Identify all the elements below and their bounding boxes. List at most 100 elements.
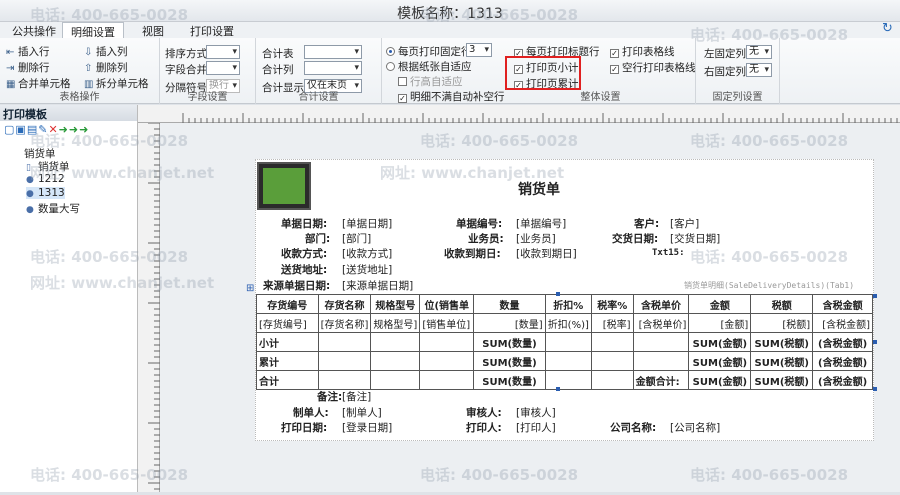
- table-cell[interactable]: [419, 351, 475, 371]
- table-cell[interactable]: [存货编号]: [256, 313, 319, 333]
- auditor-label[interactable]: 审核人:: [466, 405, 502, 420]
- customer-field[interactable]: [客户]: [670, 216, 699, 231]
- customer-label[interactable]: 客户:: [634, 216, 659, 231]
- merge-field-combo[interactable]: [206, 61, 240, 75]
- sum-taxed-cell[interactable]: (含税金额): [812, 332, 873, 352]
- total-table-combo[interactable]: [304, 45, 362, 59]
- move-down-icon[interactable]: ➜: [79, 123, 89, 136]
- delete-row-button[interactable]: ⇥ 删除行: [6, 60, 50, 75]
- table-cell[interactable]: [419, 370, 475, 390]
- salesman-label[interactable]: 业务员:: [468, 231, 504, 246]
- delete-col-button[interactable]: ⇧ 删除列: [84, 60, 128, 75]
- header-cell[interactable]: 含税单价: [632, 294, 690, 314]
- print-date-label[interactable]: 打印日期:: [281, 420, 327, 435]
- table-cell[interactable]: [存货名称]: [317, 313, 372, 333]
- header-cell[interactable]: 规格型号: [370, 294, 421, 314]
- delivery-date-field[interactable]: [交货日期]: [670, 231, 720, 246]
- auditor-field[interactable]: [审核人]: [516, 405, 556, 420]
- printer-field[interactable]: [打印人]: [516, 420, 556, 435]
- selection-handle[interactable]: [556, 292, 560, 296]
- ship-addr-label[interactable]: 送货地址:: [281, 262, 327, 277]
- save-as-icon[interactable]: ▤: [27, 123, 38, 136]
- insert-row-button[interactable]: ⇤ 插入行: [6, 44, 50, 59]
- delivery-date-label[interactable]: 交货日期:: [612, 231, 658, 246]
- table-cell[interactable]: [544, 332, 592, 352]
- fixed-rows-radio[interactable]: 每页打印固定行: [386, 44, 472, 59]
- header-cell[interactable]: 位(销售单: [419, 294, 475, 314]
- remark-label[interactable]: 备注:: [317, 389, 342, 404]
- doc-no-field[interactable]: [单据编号]: [516, 216, 566, 231]
- table-cell[interactable]: [590, 332, 634, 352]
- pay-due-field[interactable]: [收款到期日]: [516, 246, 577, 261]
- selection-handle[interactable]: [873, 294, 877, 298]
- table-cell[interactable]: [590, 351, 634, 371]
- new-icon[interactable]: ▢: [4, 123, 15, 136]
- header-cell[interactable]: 含税金额: [812, 294, 873, 314]
- move-up-icon[interactable]: ➜: [59, 123, 69, 136]
- header-cell[interactable]: 折扣%: [544, 294, 592, 314]
- pay-method-label[interactable]: 收款方式:: [281, 246, 327, 261]
- print-grid-checkbox[interactable]: ✓ 打印表格线: [610, 44, 675, 59]
- tree-item-1313[interactable]: ● 1313: [26, 187, 65, 199]
- empty-grid-checkbox[interactable]: ✓ 空行打印表格线: [610, 60, 696, 75]
- header-cell[interactable]: 存货编号: [256, 294, 319, 314]
- table-cell[interactable]: [金额]: [688, 313, 752, 333]
- tree-item-1212[interactable]: ● 1212: [26, 173, 65, 185]
- salesman-field[interactable]: [业务员]: [516, 231, 556, 246]
- delete-icon[interactable]: ✕: [48, 123, 58, 136]
- fixed-rows-input[interactable]: 3: [466, 43, 492, 57]
- table-cell[interactable]: 规格型号]: [370, 313, 421, 333]
- table-cell[interactable]: [税率]: [590, 313, 634, 333]
- sum-taxed-cell[interactable]: (含税金额): [812, 351, 873, 371]
- selection-handle[interactable]: [873, 387, 877, 391]
- header-cell[interactable]: 税额: [750, 294, 814, 314]
- source-date-label[interactable]: 来源单据日期:: [263, 278, 330, 293]
- sum-tax-cell[interactable]: SUM(税额): [750, 370, 814, 390]
- refresh-icon[interactable]: ↻: [882, 22, 896, 36]
- table-cell[interactable]: 折扣(%)]: [544, 313, 592, 333]
- insert-col-button[interactable]: ⇩ 插入列: [84, 44, 128, 59]
- print-date-field[interactable]: [登录日期]: [342, 420, 392, 435]
- header-cell[interactable]: 存货名称: [317, 294, 372, 314]
- maker-field[interactable]: [制单人]: [342, 405, 382, 420]
- save-icon[interactable]: ▣: [15, 123, 26, 136]
- table-cell[interactable]: [544, 351, 592, 371]
- taxed-total-label[interactable]: 金额合计:: [632, 370, 690, 390]
- txt15-label[interactable]: Txt15:: [652, 248, 685, 258]
- pay-due-label[interactable]: 收款到期日:: [444, 246, 501, 261]
- sum-amount-cell[interactable]: SUM(金额): [688, 351, 752, 371]
- tab-common[interactable]: 公共操作: [4, 22, 64, 38]
- subtotal-label[interactable]: 小计: [256, 332, 319, 352]
- ship-addr-field[interactable]: [送货地址]: [342, 262, 392, 277]
- table-move-handle-icon[interactable]: ⊞: [246, 283, 254, 294]
- table-cell[interactable]: [含税金额]: [812, 313, 873, 333]
- printer-label[interactable]: 打印人:: [466, 420, 502, 435]
- report-title[interactable]: 销货单: [518, 179, 560, 199]
- tab-detail-settings[interactable]: 明细设置: [62, 22, 124, 39]
- remark-field[interactable]: [备注]: [342, 389, 371, 404]
- doc-date-field[interactable]: [单据日期]: [342, 216, 392, 231]
- dept-field[interactable]: [部门]: [342, 231, 371, 246]
- table-cell[interactable]: [370, 351, 421, 371]
- table-cell[interactable]: [590, 370, 634, 390]
- selection-handle[interactable]: [873, 340, 877, 344]
- sum-qty-cell[interactable]: SUM(数量): [473, 351, 546, 371]
- table-cell[interactable]: [370, 370, 421, 390]
- table-cell[interactable]: [317, 351, 372, 371]
- table-cell[interactable]: [数量]: [473, 313, 546, 333]
- tree-item-xiaohuodan[interactable]: ▯ 销货单: [26, 159, 70, 174]
- details-table[interactable]: 存货编号 存货名称 规格型号 位(销售单 数量 折扣% 税率% 含税单价 金额 …: [256, 294, 873, 390]
- doc-date-label[interactable]: 单据日期:: [281, 216, 327, 231]
- selection-handle[interactable]: [556, 387, 560, 391]
- by-paper-radio[interactable]: 根据纸张自适应: [386, 59, 472, 74]
- sum-taxed-cell[interactable]: (含税金额): [812, 370, 873, 390]
- table-cell[interactable]: [317, 370, 372, 390]
- source-date-field[interactable]: [来源单据日期]: [342, 278, 413, 293]
- tab-print-settings[interactable]: 打印设置: [182, 22, 242, 38]
- company-field[interactable]: [公司名称]: [670, 420, 720, 435]
- table-cell[interactable]: [销售单位]: [419, 313, 475, 333]
- sum-qty-cell[interactable]: SUM(数量): [473, 370, 546, 390]
- dept-label[interactable]: 部门:: [305, 231, 330, 246]
- move-right-icon[interactable]: ➜: [69, 123, 79, 136]
- header-cell[interactable]: 金额: [688, 294, 752, 314]
